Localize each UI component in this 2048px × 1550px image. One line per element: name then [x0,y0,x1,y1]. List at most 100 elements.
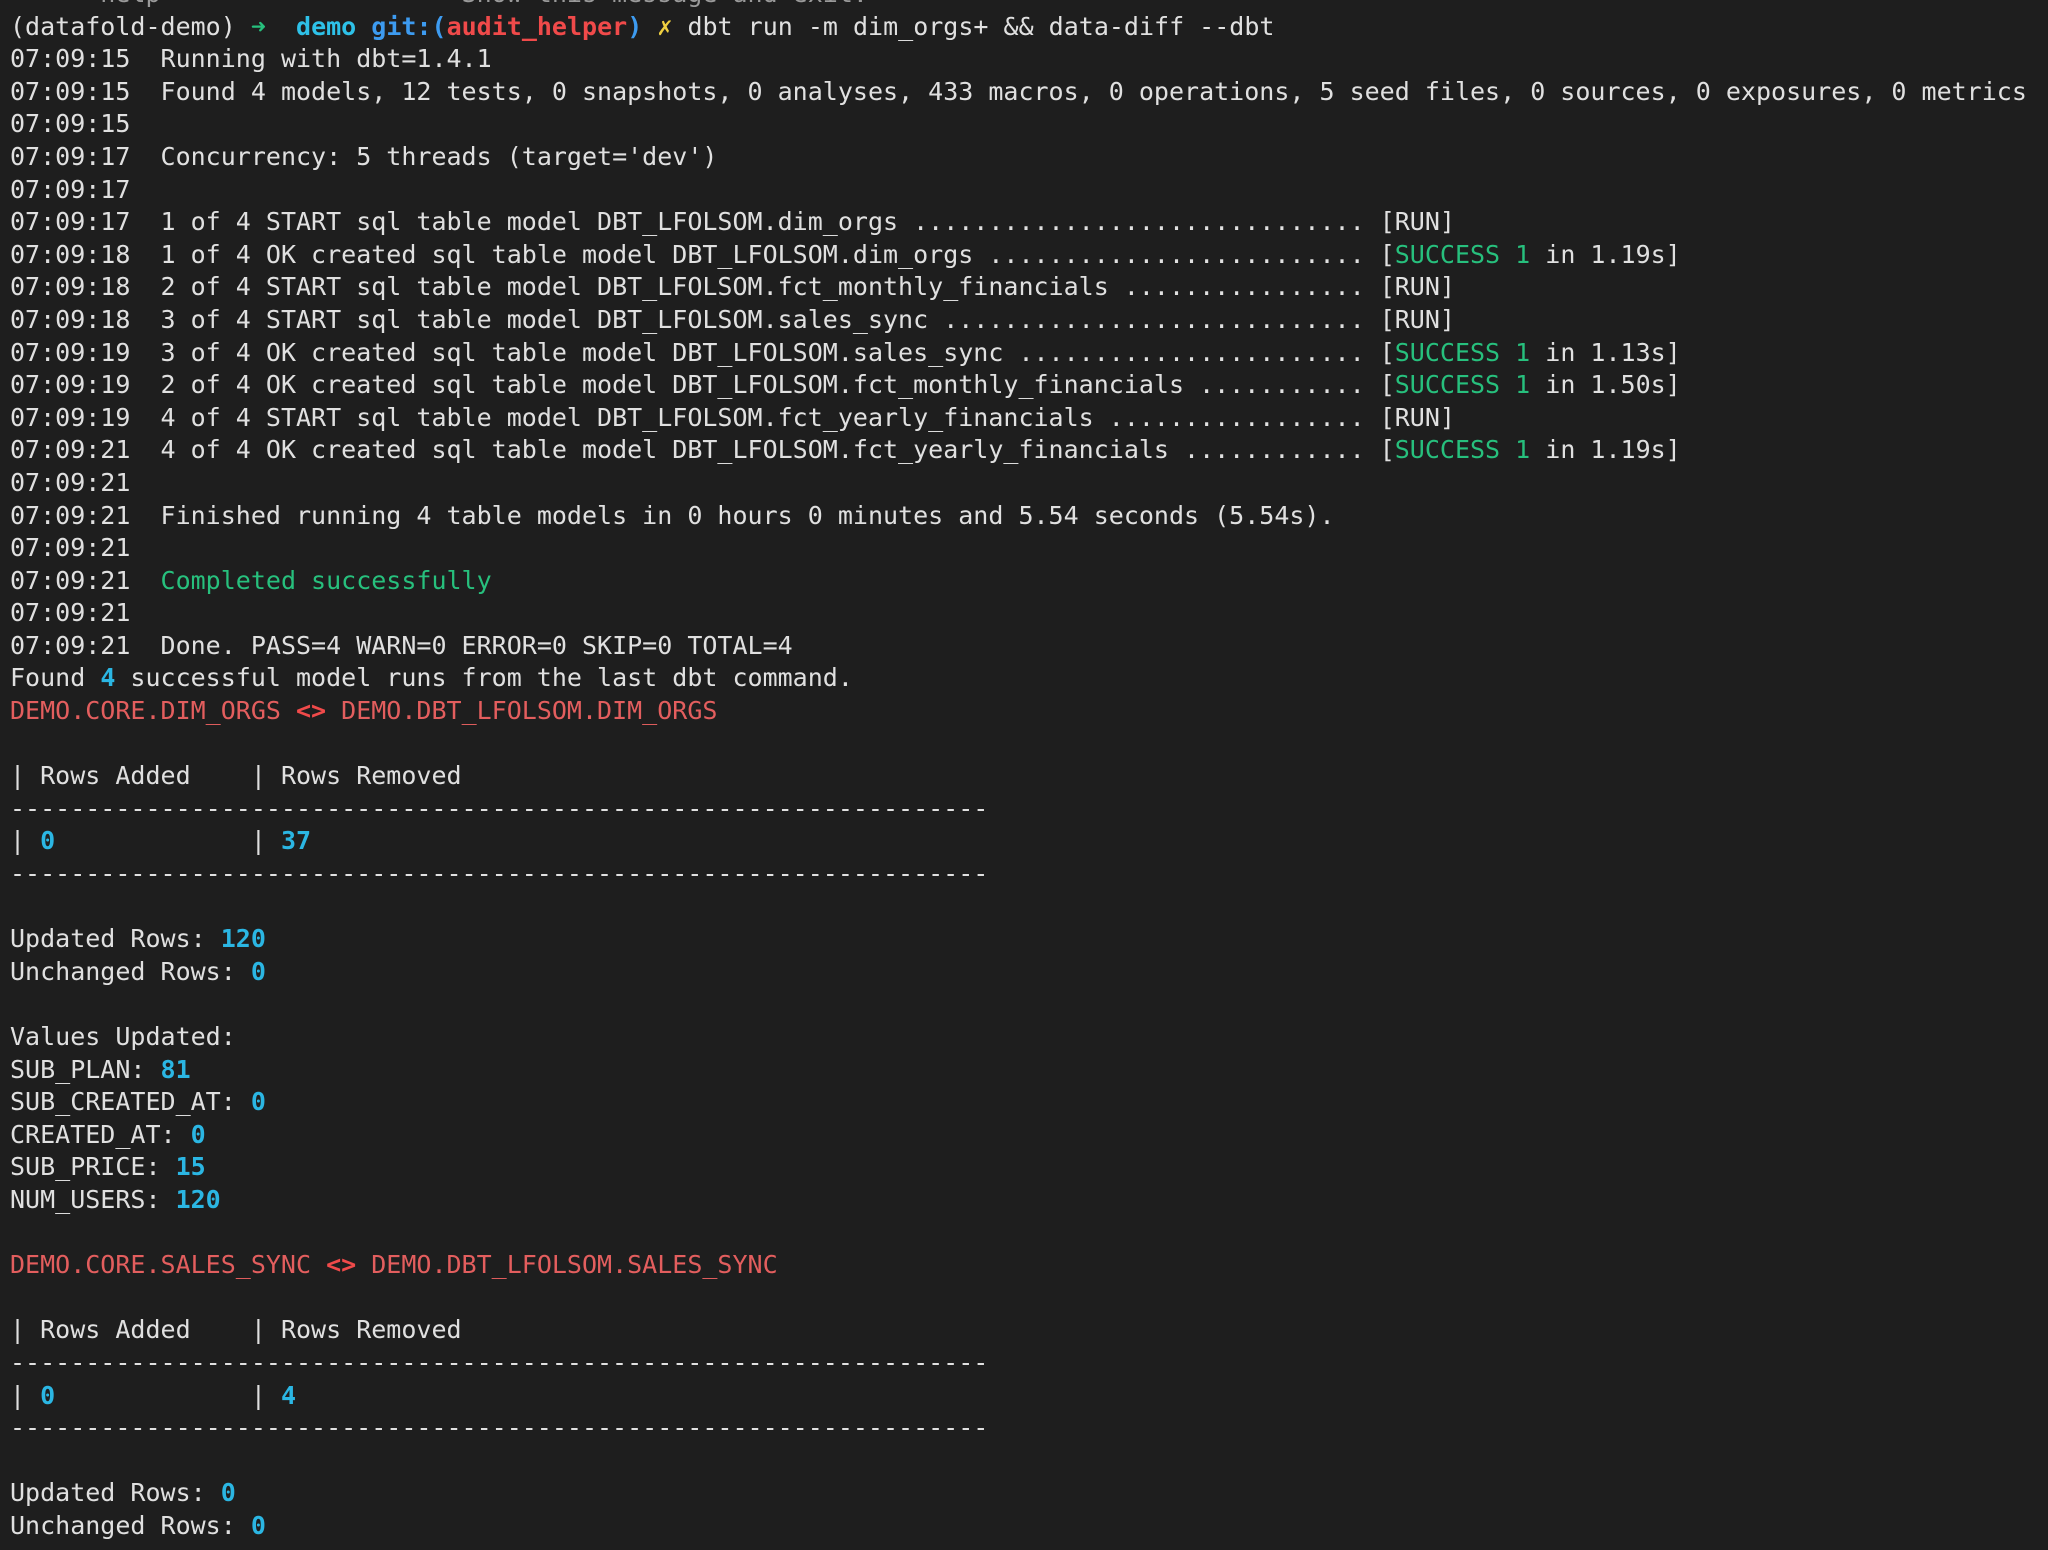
log-timestamp: 07:09:19 [10,337,131,367]
run-status: [RUN] [1379,402,1455,432]
log-line: 07:09:19 3 of 4 OK created sql table mod… [10,337,1681,367]
col-rows-removed: Rows Removed [280,761,462,791]
log-message: Concurrency: 5 threads (target='dev') [160,141,718,171]
diff-left-table: DEMO.CORE.DIM_ORGS [10,696,281,726]
log-timestamp: 07:09:18 [10,272,131,302]
log-message: Finished running 4 table models in 0 hou… [160,500,1335,530]
updated-rows-value: 0 [220,1478,236,1508]
log-line: 07:09:21 Finished running 4 table models… [10,500,2048,533]
log-line: 07:09:18 1 of 4 OK created sql table mod… [10,239,1681,269]
command-text[interactable]: dbt run -m dim_orgs+ && data-diff --dbt [687,12,1274,41]
log-message: 1 of 4 OK created sql table model DBT_LF… [160,239,1380,269]
log-line: 07:09:19 4 of 4 START sql table model DB… [10,402,2048,435]
log-line: 07:09:17 1 of 4 START sql table model DB… [10,206,2048,239]
git-label: git:( [371,11,447,41]
unchanged-rows-value: 0 [250,956,266,986]
col-rows-added: Rows Added [40,1315,191,1345]
log-line: 07:09:21 Done. PASS=4 WARN=0 ERROR=0 SKI… [10,630,2048,663]
current-directory: demo [296,11,357,41]
unchanged-rows-line: Unchanged Rows: 0 [10,1510,266,1540]
log-timestamp: 07:09:21 [10,565,131,595]
log-message: Completed successfully [160,565,492,595]
dirty-status-icon: ✗ [657,11,673,41]
value-update-row: SUB_PRICE: 15 [10,1152,206,1182]
diff-right-table: DEMO.DBT_LFOLSOM.SALES_SYNC [371,1250,778,1280]
value-update-row: SUB_PLAN: 81 [10,1054,191,1084]
log-line: 07:09:18 3 of 4 START sql table model DB… [10,304,2048,337]
log-line: 07:09:21 [10,597,2048,630]
found-runs-line: Found 4 successful model runs from the l… [10,663,853,693]
success-status: SUCCESS 1 [1394,337,1531,367]
log-line: 07:09:17 Concurrency: 5 threads (target=… [10,141,2048,174]
run-duration: in 1.50s] [1530,370,1681,400]
log-line: 07:09:17 [10,174,2048,207]
log-message: 2 of 4 OK created sql table model DBT_LF… [160,370,1380,400]
found-count: 4 [100,663,116,693]
log-timestamp: 07:09:18 [10,304,131,334]
values-updated-label: Values Updated: [10,1022,236,1051]
log-line: 07:09:15 Found 4 models, 12 tests, 0 sna… [10,76,2048,109]
log-timestamp: 07:09:21 [10,467,131,497]
value-update-row: NUM_USERS: 120 [10,1184,221,1214]
terminal-window[interactable]: help Show this message and exit. (datafo… [0,0,2048,1550]
log-timestamp: 07:09:17 [10,174,131,204]
log-line: 07:09:18 2 of 4 START sql table model DB… [10,271,2048,304]
updated-rows-line: Updated Rows: 120 [10,924,266,954]
log-message: Found 4 models, 12 tests, 0 snapshots, 0… [160,76,2027,106]
log-line: 07:09:21 [10,467,2048,500]
log-message: 4 of 4 START sql table model DBT_LFOLSOM… [160,402,1380,432]
log-message: Done. PASS=4 WARN=0 ERROR=0 SKIP=0 TOTAL… [160,630,793,660]
dbt-run-log: 07:09:15 Running with dbt=1.4.1 07:09:15 … [10,43,2048,662]
log-timestamp: 07:09:15 [10,44,131,74]
scrolled-help-line: help Show this message and exit. [10,0,2048,11]
log-message: 4 of 4 OK created sql table model DBT_LF… [160,435,1380,465]
table-rule: ----------------------------------------… [10,1347,989,1377]
diff-header: DEMO.CORE.SALES_SYNC <> DEMO.DBT_LFOLSOM… [10,1249,2048,1282]
log-timestamp: 07:09:19 [10,370,131,400]
log-line: 07:09:15 Running with dbt=1.4.1 [10,43,2048,76]
prompt-arrow-icon: ➜ [250,11,266,41]
log-message: Running with dbt=1.4.1 [160,44,492,74]
log-timestamp: 07:09:21 [10,598,131,628]
run-duration: in 1.13s] [1530,337,1681,367]
diff-table-header: | Rows Added | Rows Removed [10,1315,462,1345]
log-line: 07:09:19 2 of 4 OK created sql table mod… [10,370,1681,400]
value-update-row: CREATED_AT: 0 [10,1119,206,1149]
run-duration: in 1.19s] [1530,239,1681,269]
prompt-line[interactable]: (datafold-demo) ➜ demo git:(audit_helper… [10,11,2048,44]
git-branch: audit_helper [446,11,628,41]
rows-removed-value: 4 [280,1380,297,1410]
rows-removed-value: 37 [280,826,312,856]
git-label-close: ) [627,11,643,41]
log-timestamp: 07:09:17 [10,207,131,237]
run-status: [RUN] [1379,207,1455,237]
log-timestamp: 07:09:21 [10,630,131,660]
updated-rows-line: Updated Rows: 0 [10,1478,236,1508]
log-timestamp: 07:09:17 [10,141,131,171]
col-rows-removed: Rows Removed [280,1315,462,1345]
diff-table-row: | 0 | 37 [10,826,312,856]
log-timestamp: 07:09:21 [10,533,131,563]
log-timestamp: 07:09:21 [10,500,131,530]
unchanged-rows-line: Unchanged Rows: 0 [10,956,266,986]
log-line: 07:09:15 [10,108,2048,141]
virtualenv-name: (datafold-demo) [10,11,236,41]
log-line: 07:09:21 4 of 4 OK created sql table mod… [10,435,1681,465]
diff-separator: <> [280,696,342,726]
log-message: 3 of 4 OK created sql table model DBT_LF… [160,337,1380,367]
run-duration: in 1.19s] [1530,435,1681,465]
diff-table-header: | Rows Added | Rows Removed [10,761,462,791]
run-status: [RUN] [1379,304,1455,334]
diff-header: DEMO.CORE.DIM_ORGS <> DEMO.DBT_LFOLSOM.D… [10,695,2048,728]
unchanged-rows-value: 0 [250,1510,266,1540]
success-status: SUCCESS 1 [1394,435,1531,465]
log-timestamp: 07:09:15 [10,109,131,139]
col-rows-added: Rows Added [40,761,191,791]
terminal-output: help Show this message and exit. (datafo… [10,0,2048,1543]
log-line: 07:09:21 [10,532,2048,565]
